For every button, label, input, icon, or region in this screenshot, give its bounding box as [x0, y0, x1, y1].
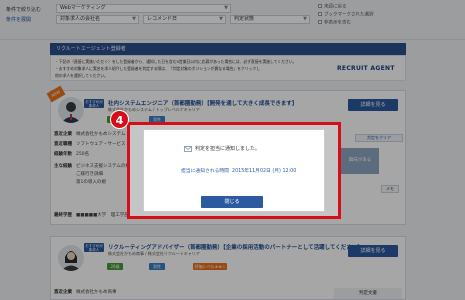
mail-icon — [184, 145, 192, 152]
modal-message-row: 判定を担当に通知しました。 — [184, 145, 260, 152]
close-button[interactable]: 閉じる — [201, 196, 263, 208]
notification-modal: 判定を担当に通知しました。 担当に通知される時間 2015年11月02日 (月)… — [143, 129, 325, 212]
notify-time-label: 担当に通知される時間 — [181, 169, 229, 174]
notify-time-value: 2015年11月02日 (月) 12:00 — [232, 169, 297, 174]
modal-message: 判定を担当に通知しました。 — [195, 146, 261, 152]
modal-time-row: 担当に通知される時間 2015年11月02日 (月) 12:00 — [181, 167, 296, 174]
close-button-label: 閉じる — [224, 199, 240, 205]
step-number-badge: 4 — [110, 110, 129, 129]
